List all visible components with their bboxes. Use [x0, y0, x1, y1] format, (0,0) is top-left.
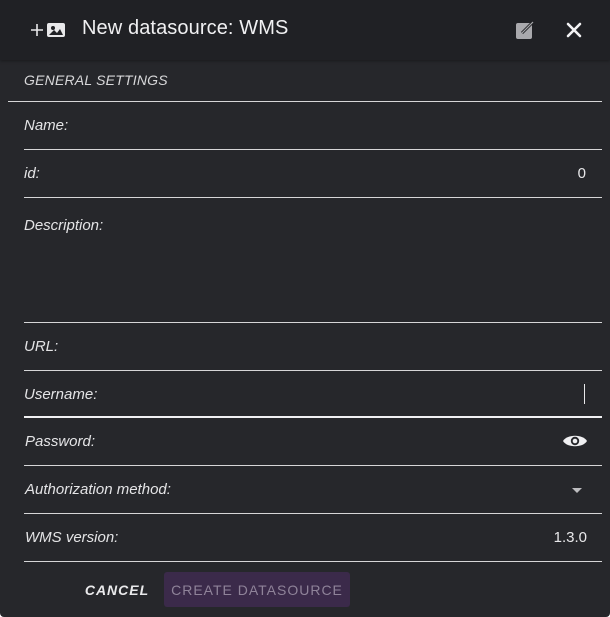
plus-icon [31, 24, 43, 36]
auth-method-label: Authorization method: [25, 481, 171, 498]
toggle-visibility-button[interactable] [562, 430, 588, 452]
section-divider [8, 101, 602, 102]
description-textarea[interactable] [24, 240, 590, 320]
description-label: Description: [24, 217, 104, 234]
eye-icon [563, 435, 587, 447]
auth-method-select[interactable] [190, 473, 590, 507]
id-label: id: [24, 165, 40, 182]
wms-version-label: WMS version: [25, 529, 119, 546]
edit-icon [516, 20, 535, 39]
edit-button[interactable] [514, 19, 536, 41]
description-underline [24, 322, 602, 323]
dialog-header: New datasource: WMS [0, 0, 610, 60]
cancel-button[interactable]: CANCEL [82, 574, 152, 606]
chevron-down-icon[interactable] [572, 488, 582, 493]
url-underline [24, 370, 602, 371]
name-input[interactable] [80, 110, 590, 146]
name-underline [24, 149, 602, 150]
text-cursor [584, 384, 585, 404]
new-datasource-dialog: New datasource: WMS GENERAL SETTINGS Nam… [0, 0, 610, 617]
password-input[interactable] [104, 425, 554, 461]
username-input[interactable] [106, 378, 586, 414]
wms-version-underline [24, 561, 602, 562]
username-label: Username: [24, 386, 98, 403]
image-icon [47, 23, 65, 37]
auth-method-underline [24, 513, 602, 514]
create-datasource-button[interactable]: CREATE DATASOURCE [164, 572, 350, 607]
dialog-title: New datasource: WMS [82, 17, 289, 39]
password-underline [24, 465, 602, 466]
url-input[interactable] [64, 330, 590, 366]
add-image-icon [30, 18, 66, 42]
section-title: GENERAL SETTINGS [24, 72, 168, 88]
close-button[interactable] [563, 19, 585, 41]
username-underline-active [24, 416, 602, 418]
id-value[interactable]: 0 [486, 165, 586, 182]
wms-version-value[interactable]: 1.3.0 [486, 529, 587, 546]
id-underline [24, 197, 602, 198]
url-label: URL: [24, 338, 59, 355]
password-label: Password: [25, 433, 96, 450]
name-label: Name: [24, 117, 69, 134]
close-icon [566, 22, 582, 38]
